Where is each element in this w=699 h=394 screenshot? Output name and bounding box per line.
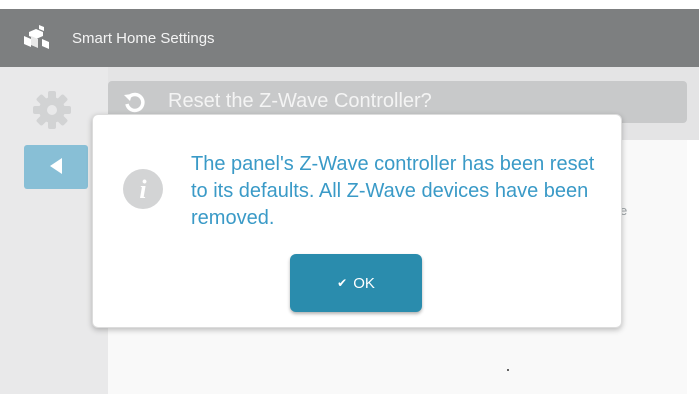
ok-label: OK [353,274,375,292]
back-button[interactable] [24,145,88,189]
reset-arrow-icon [124,92,145,113]
back-arrow-icon [50,158,62,174]
dialog-message: The panel's Z-Wave controller has been r… [191,153,595,229]
breadcrumb-label: Reset the Z-Wave Controller? [168,90,432,112]
gear-icon[interactable] [29,87,75,133]
app-logo-icon [24,25,49,49]
stray-dot [507,369,509,371]
info-icon: i [123,169,163,209]
ok-button[interactable]: ✔ OK [290,254,422,312]
app-title: Smart Home Settings [72,30,215,47]
app-header: Smart Home Settings [0,9,699,67]
svg-text:i: i [139,175,147,204]
check-icon: ✔ [337,276,348,290]
alert-dialog: i The panel's Z-Wave controller has been… [92,114,622,328]
